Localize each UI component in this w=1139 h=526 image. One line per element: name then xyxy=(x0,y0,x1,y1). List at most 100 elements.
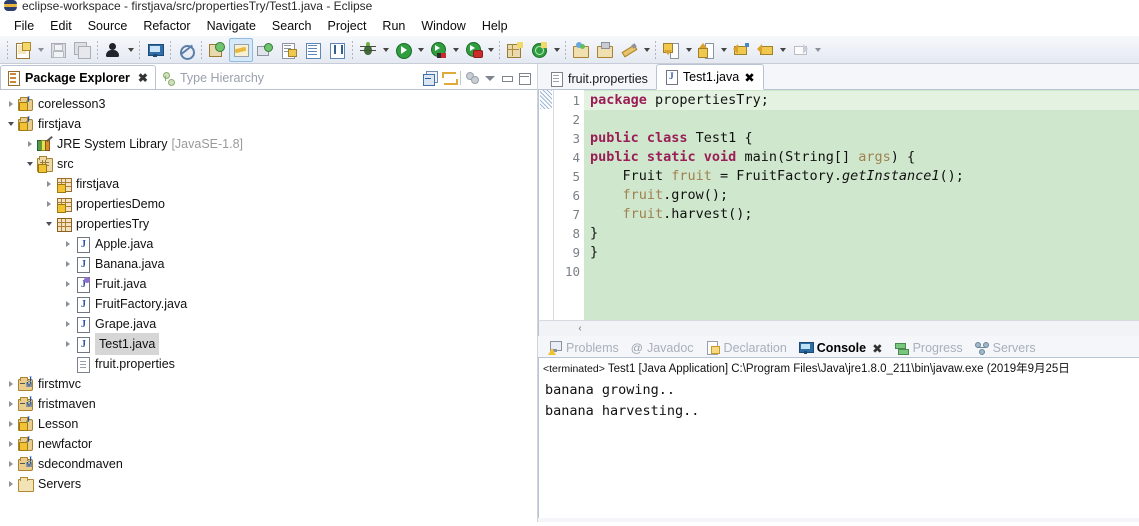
save-button[interactable] xyxy=(46,38,70,62)
twisty-collapsed-icon[interactable] xyxy=(23,134,36,154)
tree-item[interactable]: propertiesTry xyxy=(0,214,537,234)
new-java-package-button[interactable] xyxy=(205,38,229,62)
forward-dropdown[interactable] xyxy=(812,39,823,61)
menu-item-edit[interactable]: Edit xyxy=(42,18,80,34)
tab-javadoc[interactable]: @ Javadoc xyxy=(625,338,700,358)
editor-marker-column[interactable] xyxy=(539,90,554,320)
minimize-icon[interactable] xyxy=(500,70,514,86)
back-dropdown[interactable] xyxy=(777,39,788,61)
twisty-collapsed-icon[interactable] xyxy=(4,374,17,394)
menu-item-source[interactable]: Source xyxy=(80,18,136,34)
twisty-collapsed-icon[interactable] xyxy=(4,474,17,494)
twisty-collapsed-icon[interactable] xyxy=(4,414,17,434)
tree-item[interactable]: firstjava xyxy=(0,174,537,194)
code-line[interactable]: fruit.grow(); xyxy=(584,186,1139,205)
tree-item-selected[interactable]: J Test1.java xyxy=(0,333,537,355)
twisty-collapsed-icon[interactable] xyxy=(4,454,17,474)
code-line[interactable]: public class Test1 { xyxy=(584,129,1139,148)
code-line[interactable]: package propertiesTry; xyxy=(584,91,1139,110)
code-line[interactable]: fruit.harvest(); xyxy=(584,205,1139,224)
collapse-all-icon[interactable] xyxy=(422,70,438,86)
twisty-collapsed-icon[interactable] xyxy=(61,294,74,314)
menu-item-navigate[interactable]: Navigate xyxy=(199,18,264,34)
new-wizard-dropdown[interactable] xyxy=(35,39,46,61)
twisty-collapsed-icon[interactable] xyxy=(61,314,74,334)
twisty-collapsed-icon[interactable] xyxy=(61,234,74,254)
twisty-collapsed-icon[interactable] xyxy=(4,434,17,454)
new-wizard-button[interactable] xyxy=(11,38,35,62)
view-menu-icon[interactable] xyxy=(464,70,480,86)
new-java-class-button[interactable] xyxy=(229,37,253,62)
next-annotation-dropdown[interactable] xyxy=(683,39,694,61)
show-whitespace-button[interactable] xyxy=(325,38,349,62)
code-line[interactable] xyxy=(584,262,1139,281)
code-line[interactable]: } xyxy=(584,243,1139,262)
console-output-panel[interactable]: <terminated> Test1 [Java Application] C:… xyxy=(538,358,1139,518)
tab-console[interactable]: Console ✖ xyxy=(793,338,889,358)
user-dropdown[interactable] xyxy=(125,39,136,61)
debug-button[interactable] xyxy=(356,38,380,62)
tree-item[interactable]: M J fristmaven xyxy=(0,394,537,414)
run-external-tools-button[interactable] xyxy=(461,38,485,62)
tree-item[interactable]: M J firstmvc xyxy=(0,374,537,394)
menu-item-help[interactable]: Help xyxy=(474,18,516,34)
tree-item[interactable]: Servers xyxy=(0,474,537,494)
close-icon[interactable]: ✖ xyxy=(744,70,754,85)
tree-item[interactable]: Jnewfactor xyxy=(0,434,537,454)
new-web-project-dropdown[interactable] xyxy=(551,39,562,61)
tree-item[interactable]: J Banana.java xyxy=(0,254,537,274)
editor-horizontal-scrollbar[interactable]: ‹ xyxy=(538,320,1139,336)
coverage-button[interactable] xyxy=(426,38,450,62)
search-button[interactable] xyxy=(617,38,641,62)
menu-item-search[interactable]: Search xyxy=(264,18,320,34)
menu-item-project[interactable]: Project xyxy=(320,18,375,34)
menu-item-run[interactable]: Run xyxy=(374,18,413,34)
code-line[interactable]: } xyxy=(584,224,1139,243)
run-button[interactable] xyxy=(391,38,415,62)
menu-item-refactor[interactable]: Refactor xyxy=(135,18,198,34)
scroll-left-glyph[interactable]: ‹ xyxy=(573,323,587,334)
open-console-button[interactable] xyxy=(143,38,167,62)
tree-item[interactable]: fruit.properties xyxy=(0,354,537,374)
tab-servers[interactable]: Servers xyxy=(969,338,1042,358)
skip-breakpoints-button[interactable] xyxy=(174,38,198,62)
tab-fruit-properties[interactable]: fruit.properties xyxy=(542,67,656,90)
tree-item[interactable]: J Lesson xyxy=(0,414,537,434)
tree-item[interactable]: src xyxy=(0,154,537,174)
previous-annotation-button[interactable] xyxy=(694,38,718,62)
code-line[interactable] xyxy=(584,110,1139,129)
next-annotation-button[interactable] xyxy=(659,38,683,62)
twisty-expanded-icon[interactable] xyxy=(42,214,55,234)
code-line[interactable]: public static void main(String[] args) { xyxy=(584,148,1139,167)
twisty-collapsed-icon[interactable] xyxy=(4,94,17,114)
twisty-collapsed-icon[interactable] xyxy=(4,394,17,414)
tree-item[interactable]: J Grape.java xyxy=(0,314,537,334)
twisty-expanded-icon[interactable] xyxy=(4,114,17,134)
close-icon[interactable]: ✖ xyxy=(872,341,882,356)
previous-annotation-dropdown[interactable] xyxy=(718,39,729,61)
search-dropdown[interactable] xyxy=(641,39,652,61)
tree-item[interactable]: propertiesDemo xyxy=(0,194,537,214)
tree-item[interactable]: J Fruit.java xyxy=(0,274,537,294)
tab-declaration[interactable]: Declaration xyxy=(700,338,793,358)
run-dropdown[interactable] xyxy=(415,39,426,61)
toggle-block-selection-button[interactable] xyxy=(301,38,325,62)
tab-package-explorer[interactable]: Package Explorer ✖ xyxy=(0,65,156,90)
forward-button[interactable] xyxy=(788,38,812,62)
tree-item[interactable]: J Apple.java xyxy=(0,234,537,254)
twisty-expanded-icon[interactable] xyxy=(23,154,36,174)
new-java-project-button[interactable] xyxy=(503,38,527,62)
tree-item[interactable]: Jcorelesson3 xyxy=(0,94,537,114)
menu-item-window[interactable]: Window xyxy=(413,18,473,34)
tree-item[interactable]: Jfirstjava xyxy=(0,114,537,134)
twisty-collapsed-icon[interactable] xyxy=(61,254,74,274)
new-annotation-button[interactable] xyxy=(253,38,277,62)
editor-code-area[interactable]: package propertiesTry; public class Test… xyxy=(584,90,1139,320)
tab-problems[interactable]: Problems xyxy=(542,338,625,358)
tree-item[interactable]: M J sdecondmaven xyxy=(0,454,537,474)
menu-item-file[interactable]: File xyxy=(6,18,42,34)
tab-type-hierarchy[interactable]: Type Hierarchy xyxy=(156,66,271,90)
user-button[interactable] xyxy=(101,38,125,62)
external-tools-dropdown[interactable] xyxy=(485,39,496,61)
tab-progress[interactable]: Progress xyxy=(889,338,969,358)
